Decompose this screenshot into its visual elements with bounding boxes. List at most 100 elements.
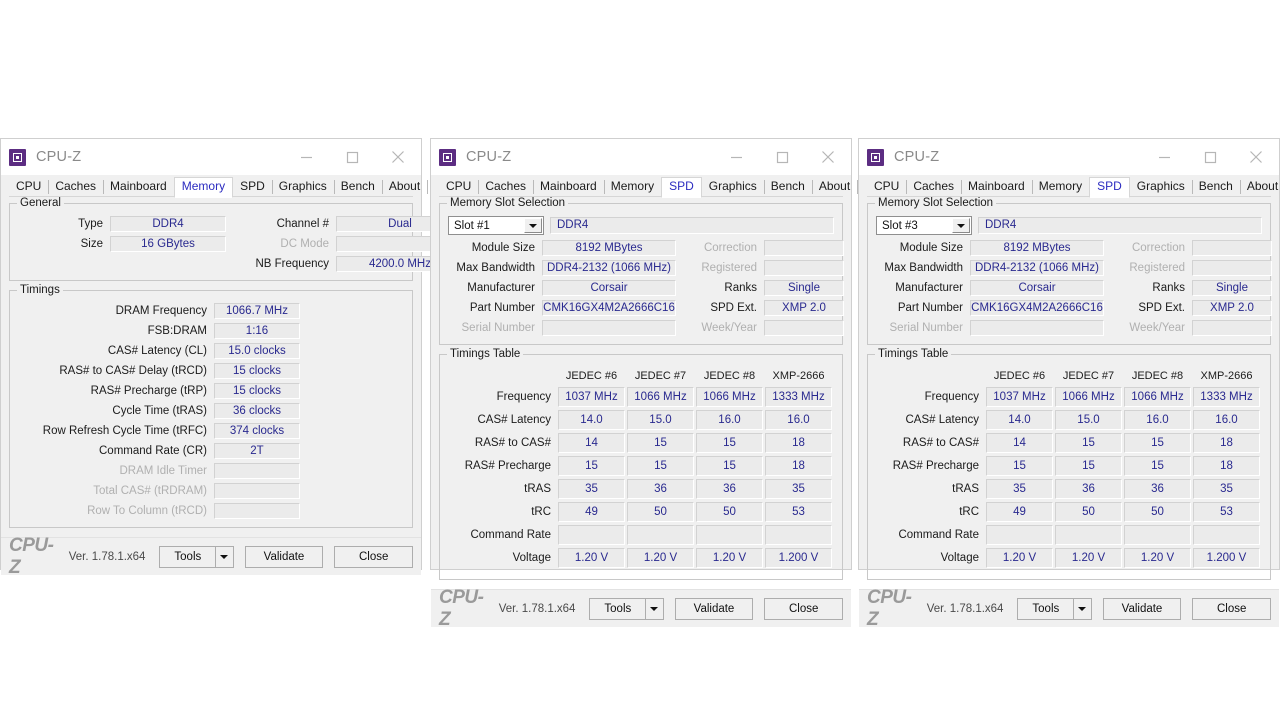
slot-select[interactable]: Slot #1	[448, 216, 544, 235]
minimize-icon[interactable]	[1141, 140, 1187, 174]
tab-graphics[interactable]: Graphics	[1130, 178, 1192, 197]
status-bar: CPU-Z Ver. 1.78.1.x64 Tools Validate Clo…	[1, 535, 421, 578]
close-button[interactable]: Close	[1192, 597, 1271, 620]
timings-table-row-label: Voltage	[940, 552, 979, 564]
tab-graphics[interactable]: Graphics	[271, 178, 334, 197]
tools-button[interactable]: Tools	[159, 545, 217, 568]
spd-field-row: Ranks Single	[1114, 280, 1272, 296]
cpuz-window-memory[interactable]: CPU-Z CPU Caches Mainboard Memory SPD Gr…	[0, 138, 464, 578]
close-icon[interactable]	[375, 140, 421, 174]
spd-field-label: Week/Year	[701, 322, 757, 334]
slot-select[interactable]: Slot #3	[876, 216, 972, 235]
close-button[interactable]: Close	[764, 597, 843, 620]
timing-row: RAS# Precharge (tRP) 15 clocks	[18, 383, 404, 399]
close-icon[interactable]	[1233, 140, 1279, 174]
tab-about[interactable]: About	[811, 178, 859, 197]
tab-memory[interactable]: Memory	[173, 177, 234, 198]
tools-button[interactable]: Tools	[1017, 597, 1075, 620]
timings-table-legend: Timings Table	[875, 348, 952, 361]
tab-caches[interactable]: Caches	[906, 178, 961, 197]
chevron-down-icon	[650, 606, 659, 611]
tab-caches[interactable]: Caches	[48, 178, 103, 197]
type-label: Type	[78, 218, 103, 230]
cpuz-window-spd-slot3[interactable]: CPU-Z CPU Caches Mainboard Memory SPD Gr…	[858, 138, 1280, 630]
tab-mainboard[interactable]: Mainboard	[533, 178, 604, 197]
tab-about[interactable]: About	[1239, 178, 1280, 197]
tab-bench[interactable]: Bench	[333, 178, 382, 197]
slot-selection-legend: Memory Slot Selection	[447, 197, 569, 210]
spd-field-label: Manufacturer	[467, 282, 535, 294]
tab-memory[interactable]: Memory	[603, 178, 661, 197]
memory-slot-selection-group: Memory Slot Selection Slot #3 DDR4 Modul…	[867, 197, 1272, 345]
slot-select-value: Slot #3	[882, 219, 918, 232]
title-bar[interactable]: CPU-Z	[1, 139, 421, 175]
tab-cpu[interactable]: CPU	[9, 178, 48, 197]
tab-bench[interactable]: Bench	[763, 178, 812, 197]
title-bar[interactable]: CPU-Z	[431, 139, 851, 175]
tab-mainboard[interactable]: Mainboard	[961, 178, 1032, 197]
tab-spd[interactable]: SPD	[661, 177, 702, 198]
timings-table-row: Voltage 1.20 V 1.20 V 1.20 V 1.200 V	[450, 548, 832, 568]
timings-table-cell: 15	[1124, 456, 1191, 476]
timings-table-row-label: CAS# Latency	[905, 414, 979, 426]
timings-table-row: CAS# Latency 14.0 15.0 16.0 16.0	[450, 410, 832, 430]
spd-field-value	[1192, 240, 1272, 256]
tools-dropdown-button[interactable]	[1073, 597, 1092, 620]
spd-field-value	[970, 320, 1104, 336]
timings-table-row-label: Frequency	[924, 391, 979, 403]
timings-table-cell: 15.0	[627, 410, 694, 430]
general-group: General Type DDR4 Size 16 GBytes Channel…	[9, 197, 464, 281]
tab-caches[interactable]: Caches	[478, 178, 533, 197]
maximize-icon[interactable]	[1187, 140, 1233, 174]
timings-table-cell: 35	[558, 479, 625, 499]
spd-field-value: CMK16GX4M2A2666C16	[542, 300, 676, 316]
validate-button[interactable]: Validate	[1102, 597, 1182, 620]
timing-row: Total CAS# (tRDRAM)	[18, 483, 404, 499]
window-title: CPU-Z	[894, 149, 940, 165]
minimize-icon[interactable]	[283, 140, 329, 174]
chevron-down-icon[interactable]	[524, 218, 542, 233]
timings-table-row-label: Command Rate	[470, 529, 551, 541]
spd-field-row: Ranks Single	[686, 280, 844, 296]
tools-button[interactable]: Tools	[589, 597, 647, 620]
timings-table-row: Voltage 1.20 V 1.20 V 1.20 V 1.200 V	[878, 548, 1260, 568]
tab-spd[interactable]: SPD	[1089, 177, 1130, 198]
timings-table-row: RAS# to CAS# 14 15 15 18	[450, 433, 832, 453]
cpu-chip-icon	[9, 148, 26, 166]
timings-table-group: Timings Table JEDEC #6 JEDEC #7 JEDEC #8 XM…	[439, 348, 843, 580]
tab-cpu[interactable]: CPU	[867, 178, 906, 197]
spd-field-label: SPD Ext.	[710, 302, 757, 314]
validate-button[interactable]: Validate	[244, 545, 324, 568]
cpuz-window-spd-slot1[interactable]: CPU-Z CPU Caches Mainboard Memory SPD Gr…	[430, 138, 859, 630]
tab-strip[interactable]: CPU Caches Mainboard Memory SPD Graphics…	[431, 175, 859, 198]
maximize-icon[interactable]	[329, 140, 375, 174]
timings-table-cell	[765, 525, 832, 545]
tab-about[interactable]: About	[381, 178, 429, 197]
minimize-icon[interactable]	[713, 140, 759, 174]
close-icon[interactable]	[805, 140, 851, 174]
tab-strip[interactable]: CPU Caches Mainboard Memory SPD Graphics…	[859, 175, 1280, 198]
tab-memory[interactable]: Memory	[1031, 178, 1089, 197]
timing-row: DRAM Frequency 1066.7 MHz	[18, 303, 404, 319]
spd-field-row: Serial Number	[876, 320, 1104, 336]
tab-bench[interactable]: Bench	[1191, 178, 1240, 197]
tools-dropdown-button[interactable]	[645, 597, 664, 620]
tools-dropdown-button[interactable]	[215, 545, 234, 568]
spd-field-row: Part Number CMK16GX4M2A2666C16	[448, 300, 676, 316]
timing-row: Cycle Time (tRAS) 36 clocks	[18, 403, 404, 419]
chevron-down-icon[interactable]	[952, 218, 970, 233]
timings-table-row-label: tRAS	[524, 483, 551, 495]
tab-mainboard[interactable]: Mainboard	[103, 178, 174, 197]
title-bar[interactable]: CPU-Z	[859, 139, 1279, 175]
tab-cpu[interactable]: CPU	[439, 178, 478, 197]
close-button[interactable]: Close	[334, 545, 413, 568]
timings-table-column-header: XMP-2666	[1200, 370, 1253, 382]
tab-spd[interactable]: SPD	[233, 178, 272, 197]
timings-table-column-header: JEDEC #8	[703, 370, 756, 382]
tab-graphics[interactable]: Graphics	[702, 178, 764, 197]
validate-button[interactable]: Validate	[674, 597, 754, 620]
timing-row: RAS# to CAS# Delay (tRCD) 15 clocks	[18, 363, 404, 379]
maximize-icon[interactable]	[759, 140, 805, 174]
timings-table-cell	[1193, 525, 1260, 545]
tab-strip[interactable]: CPU Caches Mainboard Memory SPD Graphics…	[1, 175, 429, 198]
